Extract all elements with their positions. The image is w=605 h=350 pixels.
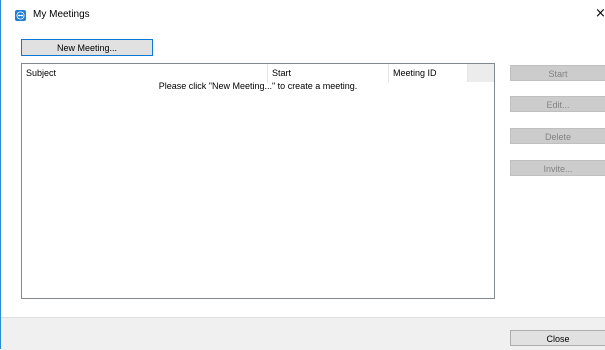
column-header-subject[interactable]: Subject: [22, 64, 268, 82]
column-header-start[interactable]: Start: [268, 64, 389, 82]
column-header-filler: [468, 64, 494, 82]
teamviewer-icon: [15, 10, 26, 21]
start-button[interactable]: Start: [510, 65, 605, 81]
column-header-meeting-id[interactable]: Meeting ID: [389, 64, 468, 82]
delete-button[interactable]: Delete: [510, 128, 605, 144]
edit-button[interactable]: Edit...: [510, 96, 605, 112]
close-icon[interactable]: ×: [595, 6, 605, 22]
list-header: Subject Start Meeting ID: [22, 64, 494, 82]
meetings-list[interactable]: Subject Start Meeting ID Please click "N…: [21, 63, 495, 299]
title-bar[interactable]: My Meetings ×: [1, 0, 605, 30]
empty-list-message: Please click "New Meeting..." to create …: [158, 81, 358, 91]
new-meeting-button[interactable]: New Meeting...: [21, 39, 153, 56]
window-title: My Meetings: [33, 9, 90, 20]
invite-button[interactable]: Invite...: [510, 160, 605, 176]
close-button[interactable]: Close: [510, 330, 605, 346]
my-meetings-window: My Meetings × New Meeting... Subject Sta…: [0, 0, 605, 350]
